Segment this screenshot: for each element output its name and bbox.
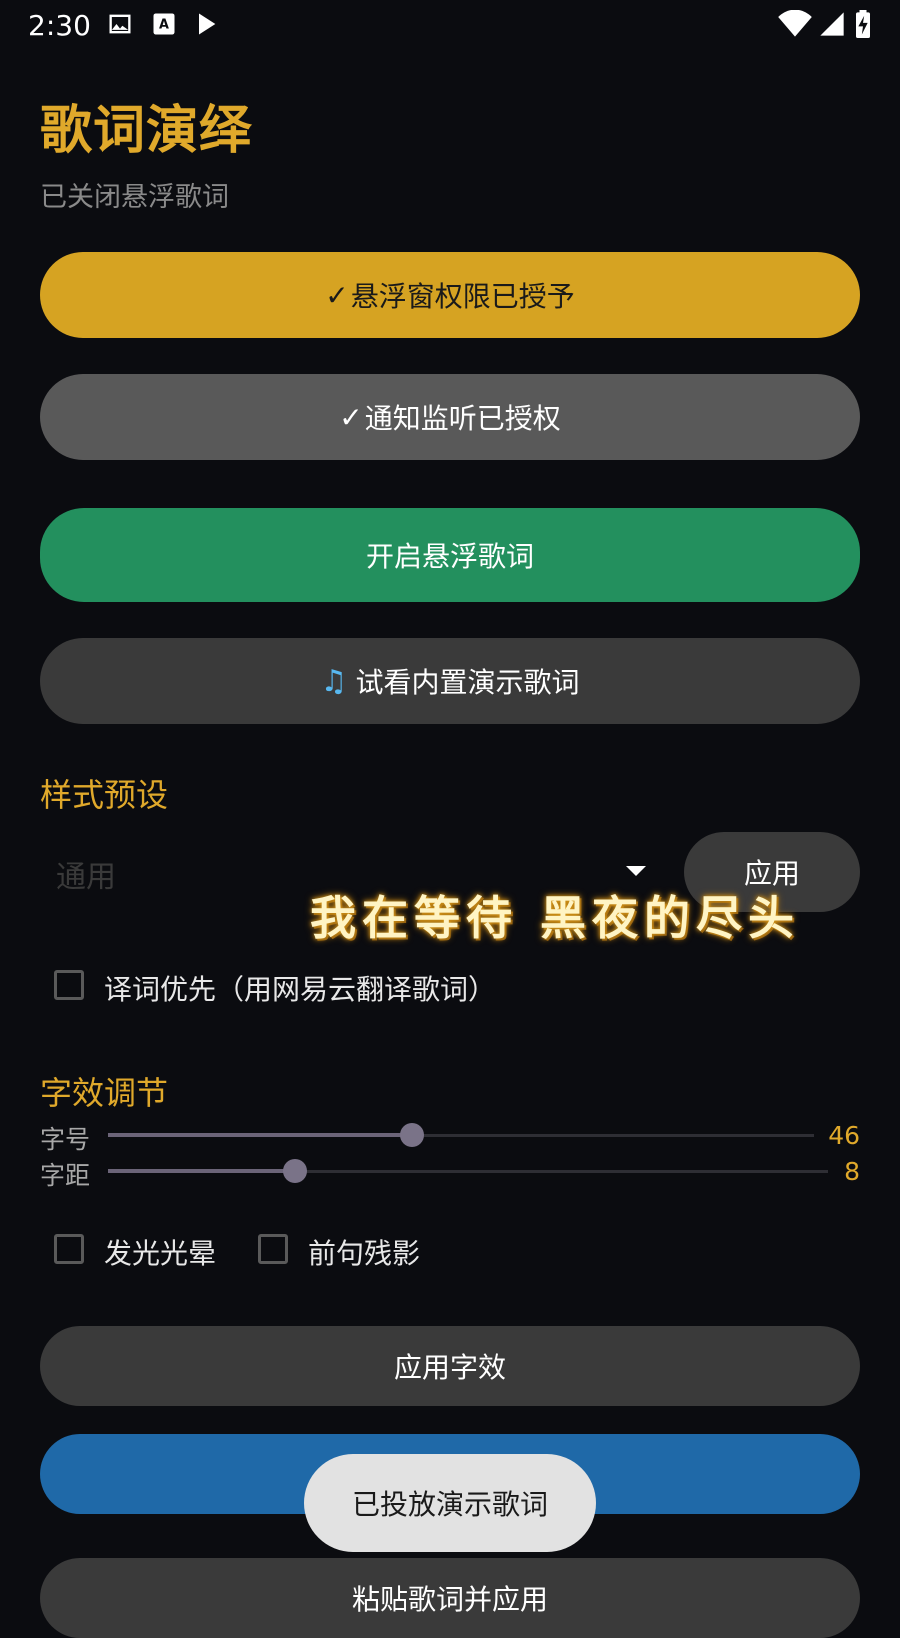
dropdown-arrow-icon[interactable] <box>626 866 646 876</box>
svg-text:A: A <box>159 18 169 33</box>
glow-label: 发光光晕 <box>104 1237 217 1270</box>
paste-lyrics-button[interactable]: 粘贴歌词并应用 <box>40 1558 860 1638</box>
spacing-label: 字距 <box>40 1161 91 1190</box>
font-size-label: 字号 <box>40 1125 91 1154</box>
slider-thumb[interactable] <box>283 1159 307 1183</box>
style-preset-heading: 样式预设 <box>40 776 169 814</box>
font-size-slider[interactable] <box>108 1123 814 1147</box>
slider-thumb[interactable] <box>400 1123 424 1147</box>
afterimage-checkbox[interactable] <box>258 1234 288 1264</box>
slider-fill <box>108 1133 412 1137</box>
floating-lyric-text[interactable]: 我在等待 黑夜的尽头 <box>310 882 800 948</box>
font-size-value: 46 <box>828 1121 860 1150</box>
signal-icon <box>818 10 846 38</box>
translation-priority-checkbox[interactable] <box>54 970 84 1000</box>
style-preset-selected: 通用 <box>56 860 116 895</box>
demo-lyrics-label: 试看内置演示歌词 <box>355 666 580 699</box>
check-icon: ✓ <box>325 278 349 312</box>
play-icon <box>192 10 220 38</box>
overlay-permission-button[interactable]: ✓ 悬浮窗权限已授予 <box>40 252 860 338</box>
glow-checkbox[interactable] <box>54 1234 84 1264</box>
music-note-icon: ♫ <box>320 663 348 699</box>
slider-fill <box>108 1169 295 1173</box>
spacing-value: 8 <box>844 1157 860 1186</box>
font-icon: A <box>150 10 178 38</box>
check-icon: ✓ <box>339 400 363 434</box>
wifi-icon <box>778 10 812 38</box>
overlay-permission-label: 悬浮窗权限已授予 <box>350 280 575 313</box>
translation-priority-label: 译词优先（用网易云翻译歌词） <box>104 973 497 1006</box>
demo-lyrics-button[interactable]: ♫ 试看内置演示歌词 <box>40 638 860 724</box>
battery-charging-icon <box>852 10 874 38</box>
spacing-slider[interactable] <box>108 1159 828 1183</box>
toast-message: 已投放演示歌词 <box>304 1454 596 1552</box>
notification-permission-label: 通知监听已授权 <box>364 402 561 435</box>
image-icon <box>106 10 134 38</box>
page-title: 歌词演绎 <box>40 101 253 161</box>
apply-effects-button[interactable]: 应用字效 <box>40 1326 860 1406</box>
status-subtitle: 已关闭悬浮歌词 <box>40 182 229 213</box>
afterimage-label: 前句残影 <box>308 1237 421 1270</box>
status-time: 2:30 <box>28 9 91 42</box>
effects-heading: 字效调节 <box>40 1074 169 1112</box>
notification-permission-button[interactable]: ✓ 通知监听已授权 <box>40 374 860 460</box>
start-floating-lyrics-button[interactable]: 开启悬浮歌词 <box>40 508 860 602</box>
